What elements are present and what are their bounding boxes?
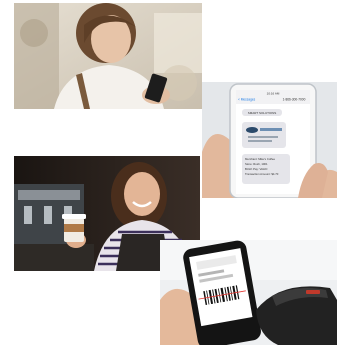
photo-barcode-scanning (160, 240, 337, 345)
sms-bubble-3-line-1: Merchant: Mike's Coffee (245, 157, 275, 161)
photo-woman-with-phone (14, 3, 202, 109)
sms-header-number: 1-866-300-7000 (283, 98, 306, 102)
sms-bubble-3-line-3: BULK Pay: VALID (245, 167, 267, 171)
sms-bubble-1: SMART SOLUTIONS (248, 111, 277, 115)
photo-phone-text-messages: 10:16 AM < Messages 1-866-300-7000 SMART… (202, 82, 337, 198)
sms-bubble-3-line-2: Store: Rush, 1001 (245, 162, 268, 166)
sms-bubble-3-line-4: Transaction Amount: $4.70 (245, 172, 279, 176)
sms-header-back: < Messages (238, 98, 256, 102)
sms-header-time: 10:16 AM (267, 92, 280, 96)
